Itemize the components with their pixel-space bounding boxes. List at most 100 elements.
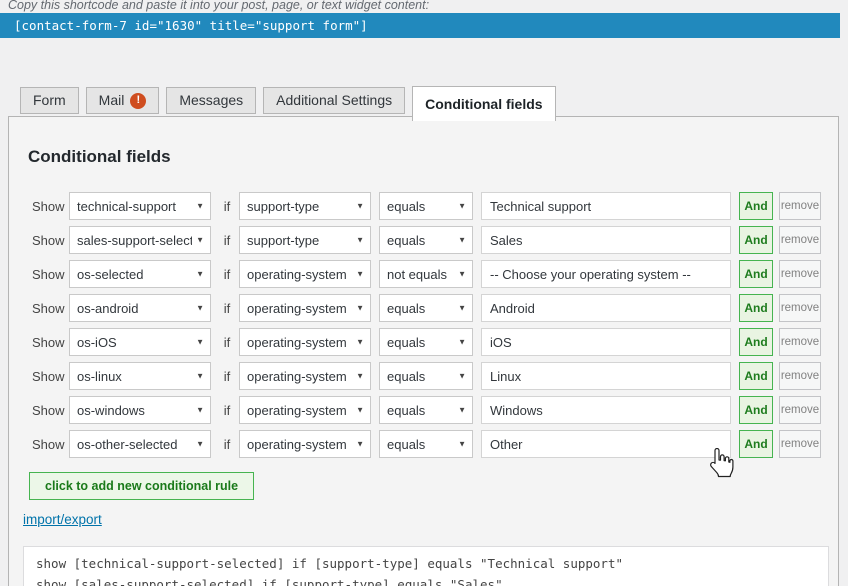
and-button[interactable]: And — [739, 226, 773, 254]
rule-value-input[interactable] — [481, 396, 731, 424]
and-button[interactable]: And — [739, 328, 773, 356]
show-label: Show — [32, 233, 69, 248]
and-button[interactable]: And — [739, 362, 773, 390]
target-select-wrap: os-selected ▼ — [69, 260, 211, 288]
remove-button[interactable]: remove — [779, 226, 821, 254]
if-label: if — [221, 301, 233, 316]
rule-field-select[interactable]: operating-system — [240, 261, 370, 287]
remove-button[interactable]: remove — [779, 362, 821, 390]
rule-target-select[interactable]: os-linux — [70, 363, 210, 389]
show-label: Show — [32, 267, 69, 282]
import-export-link[interactable]: import/export — [23, 512, 102, 527]
rule-target-select[interactable]: sales-support-selected — [70, 227, 210, 253]
if-label: if — [221, 403, 233, 418]
rule-value-input[interactable] — [481, 294, 731, 322]
operator-select-wrap: equals ▼ — [379, 192, 473, 220]
operator-select-wrap: equals ▼ — [379, 226, 473, 254]
rule-value-input[interactable] — [481, 362, 731, 390]
rule-row: Show os-iOS ▼ if operating-system ▼ equa… — [9, 328, 838, 356]
rule-field-select[interactable]: operating-system — [240, 431, 370, 457]
target-select-wrap: os-android ▼ — [69, 294, 211, 322]
rule-operator-select[interactable]: equals — [380, 329, 472, 355]
rule-target-select[interactable]: os-iOS — [70, 329, 210, 355]
rule-field-select[interactable]: operating-system — [240, 397, 370, 423]
rule-target-select[interactable]: os-windows — [70, 397, 210, 423]
operator-select-wrap: equals ▼ — [379, 362, 473, 390]
rule-value-input[interactable] — [481, 328, 731, 356]
show-label: Show — [32, 437, 69, 452]
rule-row: Show os-selected ▼ if operating-system ▼… — [9, 260, 838, 288]
rule-target-select[interactable]: os-selected — [70, 261, 210, 287]
tab-messages-label: Messages — [179, 88, 243, 113]
tab-messages[interactable]: Messages — [166, 87, 256, 114]
tab-mail-label: Mail — [99, 88, 125, 113]
tab-additional-settings[interactable]: Additional Settings — [263, 87, 405, 114]
rule-operator-select[interactable]: not equals — [380, 261, 472, 287]
rule-field-select[interactable]: operating-system — [240, 363, 370, 389]
target-select-wrap: os-other-selected ▼ — [69, 430, 211, 458]
page-title: Conditional fields — [28, 147, 171, 167]
tab-form[interactable]: Form — [20, 87, 79, 114]
rule-value-input[interactable] — [481, 430, 731, 458]
rules-code-textarea[interactable]: show [technical-support-selected] if [su… — [23, 546, 829, 586]
and-button[interactable]: And — [739, 192, 773, 220]
field-select-wrap: support-type ▼ — [239, 192, 371, 220]
target-select-wrap: technical-support ▼ — [69, 192, 211, 220]
rule-field-select[interactable]: operating-system — [240, 329, 370, 355]
field-select-wrap: operating-system ▼ — [239, 328, 371, 356]
show-label: Show — [32, 403, 69, 418]
tab-conditional-fields[interactable]: Conditional fields — [412, 86, 555, 121]
remove-button[interactable]: remove — [779, 192, 821, 220]
field-select-wrap: operating-system ▼ — [239, 362, 371, 390]
rule-operator-select[interactable]: equals — [380, 295, 472, 321]
conditional-fields-panel: Conditional fields Show technical-suppor… — [8, 116, 839, 586]
remove-button[interactable]: remove — [779, 260, 821, 288]
rule-operator-select[interactable]: equals — [380, 193, 472, 219]
target-select-wrap: os-windows ▼ — [69, 396, 211, 424]
rule-row: Show os-android ▼ if operating-system ▼ … — [9, 294, 838, 322]
target-select-wrap: os-linux ▼ — [69, 362, 211, 390]
rule-row: Show os-windows ▼ if operating-system ▼ … — [9, 396, 838, 424]
rule-operator-select[interactable]: equals — [380, 397, 472, 423]
rule-row: Show os-other-selected ▼ if operating-sy… — [9, 430, 838, 458]
operator-select-wrap: equals ▼ — [379, 328, 473, 356]
rule-value-input[interactable] — [481, 226, 731, 254]
and-button[interactable]: And — [739, 294, 773, 322]
rule-field-select[interactable]: support-type — [240, 193, 370, 219]
rule-value-input[interactable] — [481, 192, 731, 220]
rule-target-select[interactable]: technical-support — [70, 193, 210, 219]
show-label: Show — [32, 199, 69, 214]
show-label: Show — [32, 301, 69, 316]
code-line: show [technical-support-selected] if [su… — [36, 553, 816, 574]
and-button[interactable]: And — [739, 396, 773, 424]
remove-button[interactable]: remove — [779, 294, 821, 322]
shortcode-bar[interactable]: [contact-form-7 id="1630" title="support… — [0, 13, 840, 38]
rule-row: Show technical-support ▼ if support-type… — [9, 192, 838, 220]
code-line: show [sales-support-selected] if [suppor… — [36, 574, 816, 586]
rule-field-select[interactable]: support-type — [240, 227, 370, 253]
tab-form-label: Form — [33, 88, 66, 113]
if-label: if — [221, 267, 233, 282]
and-button[interactable]: And — [739, 260, 773, 288]
operator-select-wrap: equals ▼ — [379, 396, 473, 424]
tab-mail[interactable]: Mail ! — [86, 87, 160, 114]
if-label: if — [221, 335, 233, 350]
rule-operator-select[interactable]: equals — [380, 363, 472, 389]
remove-button[interactable]: remove — [779, 430, 821, 458]
rule-target-select[interactable]: os-other-selected — [70, 431, 210, 457]
field-select-wrap: operating-system ▼ — [239, 260, 371, 288]
remove-button[interactable]: remove — [779, 328, 821, 356]
rule-field-select[interactable]: operating-system — [240, 295, 370, 321]
remove-button[interactable]: remove — [779, 396, 821, 424]
add-rule-button[interactable]: click to add new conditional rule — [29, 472, 254, 500]
rule-value-input[interactable] — [481, 260, 731, 288]
rule-operator-select[interactable]: equals — [380, 431, 472, 457]
operator-select-wrap: equals ▼ — [379, 430, 473, 458]
field-select-wrap: operating-system ▼ — [239, 430, 371, 458]
if-label: if — [221, 437, 233, 452]
shortcode-text[interactable]: [contact-form-7 id="1630" title="support… — [0, 13, 840, 38]
if-label: if — [221, 199, 233, 214]
and-button[interactable]: And — [739, 430, 773, 458]
rule-target-select[interactable]: os-android — [70, 295, 210, 321]
rule-operator-select[interactable]: equals — [380, 227, 472, 253]
